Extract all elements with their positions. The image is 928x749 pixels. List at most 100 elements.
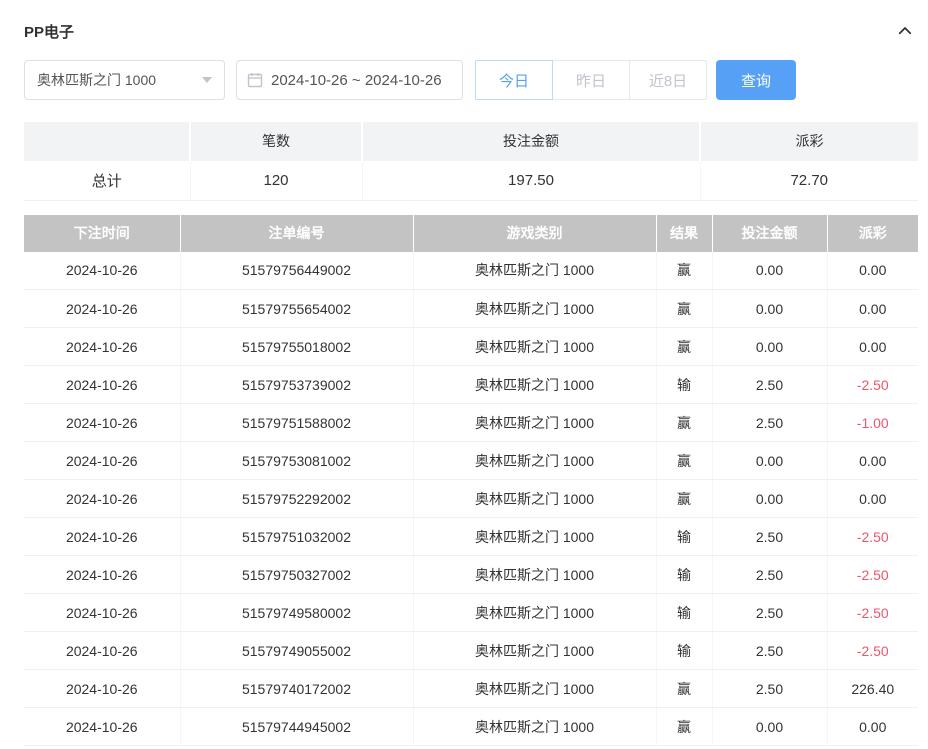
header-order-id: 注单编号 <box>180 214 414 252</box>
game-category-cell: 奥林匹斯之门 1000 <box>413 289 657 328</box>
bet-amount-cell: 2.50 <box>712 517 828 556</box>
last-8-days-button[interactable]: 近8日 <box>629 60 707 100</box>
page-title: PP电子 <box>24 23 75 41</box>
bet-time-cell: 2024-10-26 <box>24 327 181 366</box>
game-category-cell: 奥林匹斯之门 1000 <box>413 517 657 556</box>
order-id-cell: 51579755654002 <box>180 289 414 328</box>
game-category-cell: 奥林匹斯之门 1000 <box>413 479 657 518</box>
result-cell: 赢 <box>656 251 713 290</box>
game-select[interactable]: 奥林匹斯之门 1000 <box>24 60 225 100</box>
order-id-cell: 51579749580002 <box>180 593 414 632</box>
calendar-icon <box>247 72 263 88</box>
table-row: 2024-10-26 51579744945002 奥林匹斯之门 1000 赢 0.00… <box>24 707 918 746</box>
bet-amount-cell: 0.00 <box>712 441 828 480</box>
table-row: 2024-10-26 51579756449002 奥林匹斯之门 1000 赢 0.00… <box>24 251 918 290</box>
payout-cell: -1.00 <box>827 403 918 442</box>
result-cell: 赢 <box>656 707 713 746</box>
table-row: 2024-10-26 51579750327002 奥林匹斯之门 1000 输 2.50… <box>24 555 918 594</box>
bet-time-cell: 2024-10-26 <box>24 479 181 518</box>
bet-time-cell: 2024-10-26 <box>24 251 181 290</box>
header-game-category: 游戏类别 <box>413 214 657 252</box>
payout-cell: 0.00 <box>827 289 918 328</box>
summary-total-row: 总计 120 197.50 72.70 <box>24 161 918 201</box>
bet-amount-cell: 2.50 <box>712 593 828 632</box>
payout-cell: -2.50 <box>827 631 918 670</box>
result-cell: 赢 <box>656 327 713 366</box>
today-button[interactable]: 今日 <box>475 60 553 100</box>
bet-time-cell: 2024-10-26 <box>24 669 181 708</box>
result-cell: 输 <box>656 555 713 594</box>
game-category-cell: 奥林匹斯之门 1000 <box>413 669 657 708</box>
table-row: 2024-10-26 51579755654002 奥林匹斯之门 1000 赢 0.00… <box>24 289 918 328</box>
game-category-cell: 奥林匹斯之门 1000 <box>413 365 657 404</box>
payout-cell: 0.00 <box>827 707 918 746</box>
payout-cell: 0.00 <box>827 251 918 290</box>
yesterday-button[interactable]: 昨日 <box>552 60 630 100</box>
bet-time-cell: 2024-10-26 <box>24 441 181 480</box>
bet-time-cell: 2024-10-26 <box>24 289 181 328</box>
payout-cell: -2.50 <box>827 365 918 404</box>
game-category-cell: 奥林匹斯之门 1000 <box>413 707 657 746</box>
bet-amount-cell: 0.00 <box>712 327 828 366</box>
chevron-up-icon[interactable] <box>896 22 914 40</box>
date-range-input[interactable]: 2024-10-26 ~ 2024-10-26 <box>236 60 463 100</box>
total-payout: 72.70 <box>700 161 918 201</box>
table-row: 2024-10-26 51579749055002 奥林匹斯之门 1000 输 2.50… <box>24 631 918 670</box>
summary-header-row: 笔数 投注金额 派彩 <box>24 122 918 162</box>
total-count: 120 <box>190 161 363 201</box>
pp-electronic-report-panel: PP电子 奥林匹斯之门 1000 2024-10-26 ~ 2024-10-26 <box>0 0 928 746</box>
bet-time-cell: 2024-10-26 <box>24 365 181 404</box>
bet-amount-cell: 0.00 <box>712 289 828 328</box>
bet-time-cell: 2024-10-26 <box>24 593 181 632</box>
payout-cell: 0.00 <box>827 441 918 480</box>
table-row: 2024-10-26 51579740172002 奥林匹斯之门 1000 赢 2.50… <box>24 669 918 708</box>
result-cell: 赢 <box>656 669 713 708</box>
search-button[interactable]: 查询 <box>716 60 796 100</box>
payout-cell: -2.50 <box>827 517 918 556</box>
total-bet-amount: 197.50 <box>362 161 701 201</box>
bet-time-cell: 2024-10-26 <box>24 555 181 594</box>
bet-amount-cell: 2.50 <box>712 365 828 404</box>
bet-time-cell: 2024-10-26 <box>24 707 181 746</box>
table-row: 2024-10-26 51579751032002 奥林匹斯之门 1000 输 2.50… <box>24 517 918 556</box>
bet-amount-cell: 2.50 <box>712 403 828 442</box>
payout-cell: -2.50 <box>827 593 918 632</box>
result-cell: 赢 <box>656 403 713 442</box>
table-row: 2024-10-26 51579752292002 奥林匹斯之门 1000 赢 0.00… <box>24 479 918 518</box>
header-result: 结果 <box>656 214 713 252</box>
game-category-cell: 奥林匹斯之门 1000 <box>413 631 657 670</box>
result-cell: 输 <box>656 517 713 556</box>
result-cell: 输 <box>656 631 713 670</box>
bet-amount-cell: 0.00 <box>712 251 828 290</box>
game-category-cell: 奥林匹斯之门 1000 <box>413 251 657 290</box>
order-id-cell: 51579749055002 <box>180 631 414 670</box>
order-id-cell: 51579744945002 <box>180 707 414 746</box>
bet-time-cell: 2024-10-26 <box>24 517 181 556</box>
game-category-cell: 奥林匹斯之门 1000 <box>413 327 657 366</box>
detail-header-row: 下注时间 注单编号 游戏类别 结果 投注金额 派彩 <box>24 214 918 252</box>
game-category-cell: 奥林匹斯之门 1000 <box>413 403 657 442</box>
table-row: 2024-10-26 51579753081002 奥林匹斯之门 1000 赢 0.00… <box>24 441 918 480</box>
order-id-cell: 51579740172002 <box>180 669 414 708</box>
detail-table-body: 2024-10-26 51579756449002 奥林匹斯之门 1000 赢 0.00… <box>24 251 918 746</box>
chevron-down-icon <box>202 77 212 83</box>
bet-amount-cell: 2.50 <box>712 555 828 594</box>
summary-header-bet-amount: 投注金额 <box>362 122 701 162</box>
payout-cell: 0.00 <box>827 479 918 518</box>
table-row: 2024-10-26 51579753739002 奥林匹斯之门 1000 输 2.50… <box>24 365 918 404</box>
order-id-cell: 51579750327002 <box>180 555 414 594</box>
total-label: 总计 <box>24 161 191 201</box>
payout-cell: 226.40 <box>827 669 918 708</box>
header-payout: 派彩 <box>827 214 918 252</box>
result-cell: 输 <box>656 593 713 632</box>
order-id-cell: 51579752292002 <box>180 479 414 518</box>
game-select-value: 奥林匹斯之门 1000 <box>37 72 157 88</box>
table-row: 2024-10-26 51579751588002 奥林匹斯之门 1000 赢 2.50… <box>24 403 918 442</box>
summary-table: 笔数 投注金额 派彩 总计 120 197.50 72.70 <box>24 122 918 201</box>
game-category-cell: 奥林匹斯之门 1000 <box>413 593 657 632</box>
order-id-cell: 51579755018002 <box>180 327 414 366</box>
bet-time-cell: 2024-10-26 <box>24 631 181 670</box>
game-category-cell: 奥林匹斯之门 1000 <box>413 555 657 594</box>
payout-cell: -2.50 <box>827 555 918 594</box>
order-id-cell: 51579756449002 <box>180 251 414 290</box>
